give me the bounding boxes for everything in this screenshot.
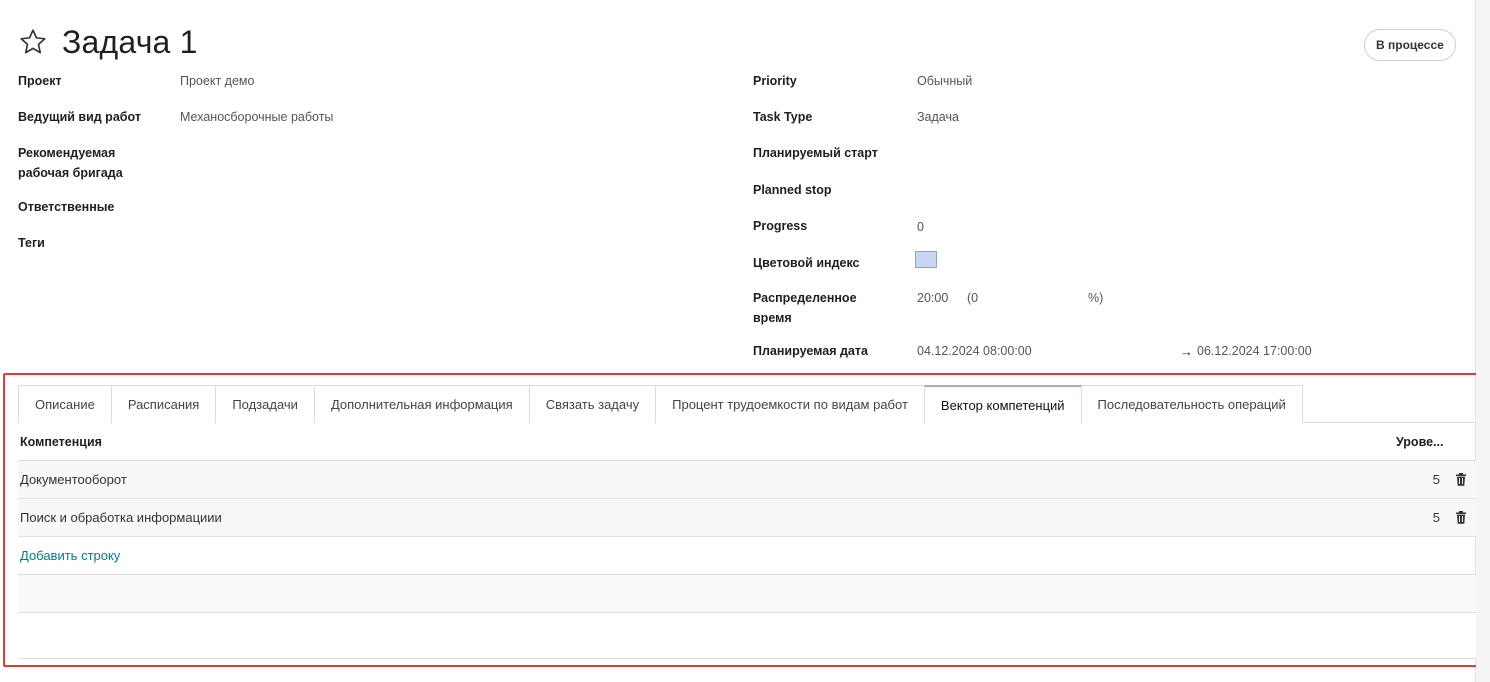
allocated-time-label-line2: время bbox=[753, 311, 792, 325]
tags-value[interactable] bbox=[180, 233, 720, 254]
project-label: Проект bbox=[18, 74, 62, 88]
planned-date-label: Планируемая дата bbox=[753, 344, 868, 358]
tab-additional-info[interactable]: Дополнительная информация bbox=[313, 385, 530, 423]
competence-table: Компетенция Урове... Документооборот 5 П… bbox=[18, 423, 1476, 659]
planned-date-end[interactable]: 06.12.2024 17:00:00 bbox=[1197, 341, 1312, 362]
title-row: Задача 1 bbox=[18, 20, 198, 64]
arrow-right-icon: → bbox=[1180, 344, 1193, 359]
table-header: Компетенция Урове... bbox=[18, 423, 1476, 461]
tags-label: Теги bbox=[18, 236, 45, 250]
work-type-value[interactable]: Механосборочные работы bbox=[180, 107, 333, 128]
planned-date-start[interactable]: 04.12.2024 08:00:00 bbox=[917, 341, 1032, 362]
progress-label: Progress bbox=[753, 219, 808, 233]
task-type-value[interactable]: Задача bbox=[917, 107, 959, 128]
work-type-label: Ведущий вид работ bbox=[18, 110, 141, 124]
color-swatch[interactable] bbox=[915, 251, 937, 268]
competence-cell[interactable]: Документооборот bbox=[18, 472, 1386, 487]
task-type-label: Task Type bbox=[753, 110, 813, 124]
tab-description[interactable]: Описание bbox=[18, 385, 112, 423]
priority-value[interactable]: Обычный bbox=[917, 71, 972, 92]
tab-operation-sequence[interactable]: Последовательность операций bbox=[1080, 385, 1303, 423]
brigade-label-line2: рабочая бригада bbox=[18, 166, 123, 180]
table-row[interactable]: Документооборот 5 bbox=[18, 461, 1476, 499]
delete-row-button[interactable] bbox=[1446, 473, 1476, 486]
priority-label: Priority bbox=[753, 74, 797, 88]
tab-subtasks[interactable]: Подзадачи bbox=[215, 385, 315, 423]
responsible-value[interactable] bbox=[180, 197, 720, 218]
level-cell[interactable]: 5 bbox=[1386, 472, 1446, 487]
star-icon[interactable] bbox=[18, 27, 48, 57]
allocated-time-value[interactable]: 20:00 bbox=[917, 288, 948, 309]
tab-bar: Описание Расписания Подзадачи Дополнител… bbox=[18, 385, 1478, 424]
planned-stop-label: Planned stop bbox=[753, 183, 832, 197]
planned-start-value[interactable] bbox=[917, 143, 1317, 164]
trash-icon[interactable] bbox=[1455, 473, 1467, 486]
planned-stop-value[interactable] bbox=[917, 180, 1317, 201]
column-header-level[interactable]: Урове... bbox=[1386, 435, 1476, 449]
empty-row bbox=[18, 575, 1476, 613]
trash-icon[interactable] bbox=[1455, 511, 1467, 524]
project-value[interactable]: Проект демо bbox=[180, 71, 254, 92]
empty-row bbox=[18, 613, 1476, 659]
delete-row-button[interactable] bbox=[1446, 511, 1476, 524]
competence-cell[interactable]: Поиск и обработка информациии bbox=[18, 510, 1386, 525]
progress-value[interactable]: 0 bbox=[917, 217, 924, 238]
responsible-label: Ответственные bbox=[18, 200, 115, 214]
color-index-label: Цветовой индекс bbox=[753, 256, 860, 270]
tab-schedules[interactable]: Расписания bbox=[110, 385, 217, 423]
notebook-panel: Описание Расписания Подзадачи Дополнител… bbox=[3, 373, 1480, 667]
status-badge[interactable]: В процессе bbox=[1364, 29, 1456, 61]
form-sheet: Задача 1 В процессе Проект Проект демо В… bbox=[0, 0, 1480, 682]
record-title[interactable]: Задача 1 bbox=[62, 24, 198, 61]
allocated-percent-open: (0 bbox=[967, 291, 979, 305]
brigade-value[interactable] bbox=[180, 143, 720, 164]
allocated-time-label-line1: Распределенное bbox=[753, 291, 857, 305]
tab-labor-percent[interactable]: Процент трудоемкости по видам работ bbox=[655, 385, 925, 423]
table-row[interactable]: Поиск и обработка информациии 5 bbox=[18, 499, 1476, 537]
add-row-link[interactable]: Добавить строку bbox=[18, 537, 1476, 575]
allocated-percent-close: %) bbox=[1088, 291, 1104, 305]
column-header-competence[interactable]: Компетенция bbox=[18, 435, 1386, 449]
brigade-label-line1: Рекомендуемая bbox=[18, 146, 116, 160]
tab-competence-vector[interactable]: Вектор компетенций bbox=[923, 385, 1082, 424]
planned-start-label: Планируемый старт bbox=[753, 146, 878, 160]
level-cell[interactable]: 5 bbox=[1386, 510, 1446, 525]
page-background bbox=[1476, 0, 1490, 682]
tab-link-task[interactable]: Связать задачу bbox=[528, 385, 657, 423]
